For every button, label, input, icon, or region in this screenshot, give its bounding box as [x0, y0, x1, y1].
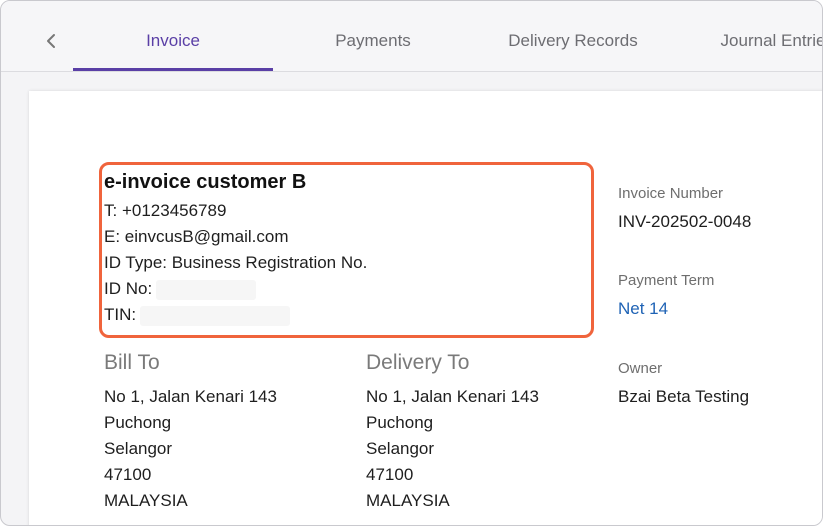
- delivery-to-heading: Delivery To: [366, 351, 470, 374]
- customer-tin: TIN:: [104, 305, 291, 326]
- payment-term-link[interactable]: Net 14: [618, 299, 668, 319]
- delivery-to-line: 47100: [366, 465, 414, 484]
- delivery-to-line: Puchong: [366, 413, 434, 432]
- invoice-number-label: Invoice Number: [618, 185, 724, 202]
- tab-invoice[interactable]: Invoice: [73, 21, 273, 61]
- invoice-number-value: INV-202502-0048: [618, 212, 752, 231]
- bill-to-line: 47100: [104, 465, 152, 484]
- active-tab-indicator: [73, 68, 273, 71]
- tab-bar: Invoice Payments Delivery Records Journa…: [1, 1, 822, 72]
- owner-label: Owner: [618, 360, 663, 377]
- invoice-window: Invoice Payments Delivery Records Journa…: [0, 0, 823, 526]
- tab-payments[interactable]: Payments: [273, 21, 473, 61]
- customer-id-no: ID No:: [104, 279, 257, 300]
- customer-email: E: einvcusB@gmail.com: [104, 227, 289, 246]
- customer-name: e-invoice customer B: [104, 171, 307, 193]
- id-no-label: ID No:: [104, 279, 153, 298]
- delivery-to-line: Selangor: [366, 439, 435, 458]
- tab-journal-entries[interactable]: Journal Entrie: [673, 21, 822, 61]
- delivery-to-line: No 1, Jalan Kenari 143: [366, 387, 539, 406]
- chevron-left-icon: [47, 34, 55, 48]
- bill-to-line: Puchong: [104, 413, 172, 432]
- owner-value: Bzai Beta Testing: [618, 387, 750, 406]
- payment-term-label: Payment Term: [618, 272, 715, 289]
- tin-label: TIN:: [104, 305, 137, 324]
- bill-to-line: No 1, Jalan Kenari 143: [104, 387, 277, 406]
- customer-phone: T: +0123456789: [104, 201, 227, 220]
- delivery-to-line: MALAYSIA: [366, 491, 450, 510]
- customer-id-type: ID Type: Business Registration No.: [104, 253, 368, 272]
- back-button[interactable]: [41, 27, 61, 55]
- redacted-tin: [140, 305, 291, 326]
- bill-to-heading: Bill To: [104, 351, 160, 374]
- tab-delivery-records[interactable]: Delivery Records: [473, 21, 673, 61]
- bill-to-line: MALAYSIA: [104, 491, 188, 510]
- bill-to-line: Selangor: [104, 439, 173, 458]
- redacted-id-no: [156, 279, 257, 300]
